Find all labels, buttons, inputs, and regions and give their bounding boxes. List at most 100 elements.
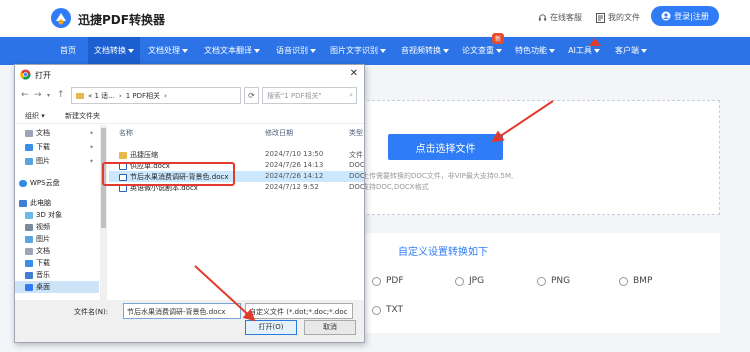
nav-translate[interactable]: 文档文本翻译	[196, 37, 268, 65]
column-type[interactable]: 类型	[349, 128, 363, 138]
address-bar[interactable]: « 1 适... › 1 PDF相关 ›	[71, 87, 241, 104]
option-pdf[interactable]: PDF	[372, 276, 404, 286]
login-button[interactable]: 登录|注册	[651, 6, 719, 26]
nav-label: 文档文本翻译	[204, 46, 252, 55]
settings-title: 自定义设置转换如下	[398, 247, 488, 258]
nav-ocr[interactable]: 图片文字识别	[324, 37, 392, 65]
open-file-dialog: 打开 ✕ ← → ▾ ↑ « 1 适... › 1 PDF相关 › ⟳ 搜索"1…	[14, 64, 365, 343]
file-icon	[596, 12, 605, 23]
cloud-icon	[19, 179, 27, 187]
nav-ai-tools[interactable]: AI工具	[562, 37, 606, 65]
radio-icon	[537, 276, 546, 286]
back-icon[interactable]: ←	[21, 90, 29, 100]
radio-icon	[455, 276, 464, 286]
my-files-label: 我的文件	[608, 13, 640, 22]
sidebar-item-this-pc[interactable]: 此电脑	[15, 197, 99, 209]
search-placeholder: 搜索"1 PDF相关"	[267, 91, 322, 100]
nav-av-convert[interactable]: 音视频转换	[394, 37, 456, 65]
download-icon	[25, 143, 33, 151]
filetype-select[interactable]: 自定义文件 (*.dot;*.doc;*.doc	[245, 303, 353, 319]
sidebar-item-desktop[interactable]: 桌面	[15, 281, 99, 293]
search-input[interactable]: 搜索"1 PDF相关" ⌕	[262, 87, 357, 104]
my-files-link[interactable]: 我的文件	[596, 12, 640, 23]
nav-label: 文档处理	[148, 46, 180, 55]
brand-name[interactable]: 迅捷PDF转换器	[78, 11, 165, 28]
sidebar-item-downloads-quick[interactable]: 下载 ✦	[15, 141, 99, 153]
address-row: ← → ▾ ↑ « 1 适... › 1 PDF相关 › ⟳ 搜索"1 PDF相…	[15, 85, 364, 107]
pin-icon: ✦	[89, 129, 95, 137]
option-jpg[interactable]: JPG	[455, 276, 484, 286]
nav-label: 论文查重	[462, 46, 494, 55]
picture-icon	[25, 235, 33, 243]
nav-label: 文档转换	[94, 46, 126, 55]
sidebar-item-pictures[interactable]: 图片	[15, 233, 99, 245]
sidebar-item-videos[interactable]: 视频	[15, 221, 99, 233]
nav-label: AI工具	[568, 46, 592, 55]
refresh-icon[interactable]: ⟳	[244, 87, 259, 104]
option-bmp[interactable]: BMP	[619, 276, 652, 286]
sidebar-item-pictures-quick[interactable]: 图片 ✦	[15, 155, 99, 167]
nav-label: 音视频转换	[401, 46, 441, 55]
option-label: TXT	[386, 305, 404, 315]
sidebar-item-music[interactable]: 音乐	[15, 269, 99, 281]
forward-icon[interactable]: →	[34, 90, 42, 100]
login-label: 登录|注册	[674, 11, 709, 21]
sidebar-item-documents[interactable]: 文档	[15, 245, 99, 257]
caret-down-icon	[128, 48, 134, 53]
picture-icon	[25, 157, 33, 165]
option-png[interactable]: PNG	[537, 276, 570, 286]
caret-down-icon	[380, 48, 386, 53]
nav-doc-convert[interactable]: 文档转换	[88, 37, 140, 65]
nav-doc-process[interactable]: 文档处理	[142, 37, 194, 65]
option-txt[interactable]: TXT	[372, 305, 403, 315]
dialog-title: 打开	[35, 71, 51, 80]
filename-input[interactable]: 节后水果消费调研-背景色.docx	[123, 303, 241, 319]
cancel-button[interactable]: 取消	[304, 320, 356, 335]
breadcrumb-current[interactable]: 1 PDF相关	[126, 91, 160, 101]
online-service-link[interactable]: 在线客服	[538, 12, 582, 23]
nav-features[interactable]: 特色功能	[510, 37, 560, 65]
breadcrumb-parent[interactable]: « 1 适...	[88, 91, 115, 101]
sidebar-label: 此电脑	[30, 199, 51, 207]
sidebar-label: 图片	[36, 235, 50, 243]
desktop-icon	[25, 283, 33, 291]
open-button[interactable]: 打开(O)	[245, 320, 297, 335]
nav-label: 首页	[60, 46, 76, 55]
search-icon: ⌕	[349, 91, 353, 99]
sidebar-item-wps-cloud[interactable]: WPS云盘	[15, 177, 99, 189]
dialog-toolbar: 组织 ▾ 新建文件夹	[15, 109, 364, 124]
close-icon[interactable]: ✕	[350, 68, 358, 79]
nav-client[interactable]: 客户端	[608, 37, 654, 65]
nav-home[interactable]: 首页	[52, 37, 84, 65]
file-type: DOC	[349, 172, 364, 180]
chevron-down-icon[interactable]: ▾	[47, 92, 50, 99]
document-icon	[25, 129, 33, 137]
sidebar-item-docs-quick[interactable]: 文档 ✦	[15, 127, 99, 139]
logo-icon	[51, 8, 71, 28]
column-name[interactable]: 名称	[119, 128, 133, 138]
sidebar-item-downloads[interactable]: 下载	[15, 257, 99, 269]
organize-menu[interactable]: 组织 ▾	[25, 111, 45, 121]
file-type: 文件	[349, 151, 363, 159]
up-icon[interactable]: ↑	[57, 90, 65, 100]
nav-pane: 文档 ✦ 下载 ✦ 图片 ✦ WPS云盘 此电脑 3D 对象 视频 图片 文档 下载 …	[15, 125, 99, 300]
online-service-label: 在线客服	[550, 13, 582, 22]
sidebar-scrollbar[interactable]	[100, 125, 107, 300]
chrome-icon	[20, 69, 31, 80]
dialog-titlebar[interactable]: 打开 ✕	[15, 65, 364, 85]
nav-label: 语音识别	[276, 46, 308, 55]
headset-icon	[538, 14, 547, 21]
user-icon	[661, 11, 671, 21]
chevron-right-icon: ›	[164, 91, 167, 100]
option-label: BMP	[633, 276, 653, 286]
nav-speech[interactable]: 语音识别	[270, 37, 322, 65]
pin-icon: ✦	[89, 157, 95, 165]
caret-down-icon	[254, 48, 260, 53]
new-folder-button[interactable]: 新建文件夹	[65, 111, 100, 121]
folder-icon	[76, 92, 84, 99]
select-file-button[interactable]: 点击选择文件	[388, 134, 503, 160]
file-row[interactable]: 迅捷压缩 2024/7/10 13:50 文件	[109, 149, 364, 160]
column-modified[interactable]: 修改日期	[265, 128, 293, 138]
sidebar-item-3d-objects[interactable]: 3D 对象	[15, 209, 99, 221]
organize-label: 组织	[25, 112, 39, 120]
